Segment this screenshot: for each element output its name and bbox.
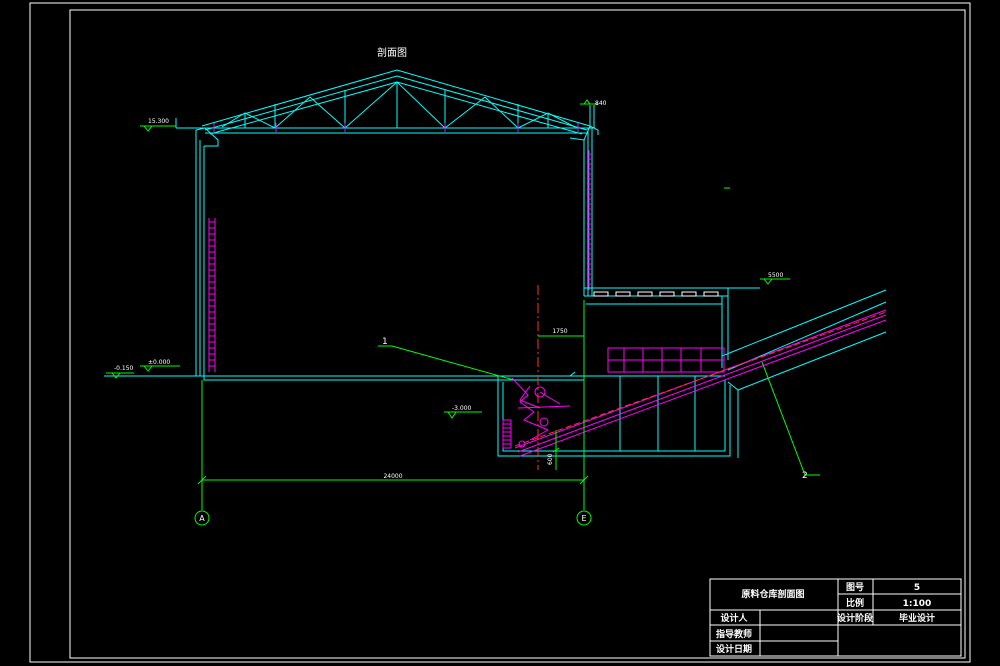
callout-2: 2 xyxy=(802,471,808,481)
tb-name: 原料仓库剖面图 xyxy=(741,588,804,600)
callout-1: 1 xyxy=(382,337,388,347)
roof-tile xyxy=(659,291,675,297)
left-ladder xyxy=(208,218,216,372)
level-pit: -3.000 xyxy=(452,405,472,412)
axis-bubble-left: A xyxy=(194,510,210,526)
roof-tile xyxy=(637,291,653,297)
walls xyxy=(104,105,599,381)
tb-stage: 毕业设计 xyxy=(899,612,935,624)
axis-label-right: E xyxy=(581,514,586,523)
hopper-grid xyxy=(607,347,725,373)
tb-designer-label: 设计人 xyxy=(720,612,748,624)
dim-offset: 1750 xyxy=(552,328,567,335)
tb-date-label: 设计日期 xyxy=(716,643,752,655)
axis-label-left: A xyxy=(199,514,205,523)
level-annex: 5500 xyxy=(768,272,783,279)
level-ground-zero: ±0.000 xyxy=(148,359,170,366)
right-wall-rungs xyxy=(587,153,591,285)
axis-bubble-right: E xyxy=(576,510,592,526)
level-right-top: 840 xyxy=(595,100,607,107)
level-ground-left: -0.150 xyxy=(114,365,134,372)
tb-drawing-no-label: 图号 xyxy=(846,582,864,593)
dim-pit-depth: 600 xyxy=(547,453,554,465)
roof-tile xyxy=(681,291,697,297)
tb-scale: 1:100 xyxy=(903,599,932,609)
roof-tile xyxy=(593,291,609,297)
level-ridge-left: 15.300 xyxy=(148,118,169,125)
tb-advisor-label: 指导教师 xyxy=(716,628,752,640)
roof-truss xyxy=(200,69,595,135)
dim-span: 24000 xyxy=(383,473,402,480)
drawing-title: 剖面图 xyxy=(377,46,407,59)
tb-stage-label: 设计阶段 xyxy=(837,612,874,624)
roof-tile xyxy=(703,291,719,297)
roof-tile xyxy=(615,291,631,297)
tb-drawing-no: 5 xyxy=(914,583,920,593)
left-ladder-rungs xyxy=(209,221,215,367)
annex-roof-tiles xyxy=(593,291,719,297)
pit-ladder-rungs xyxy=(503,423,511,445)
tb-scale-label: 比例 xyxy=(846,597,864,609)
drawing-canvas: 剖面图 A E 24000 1750 600 15.300 840 -0.150… xyxy=(29,2,971,663)
